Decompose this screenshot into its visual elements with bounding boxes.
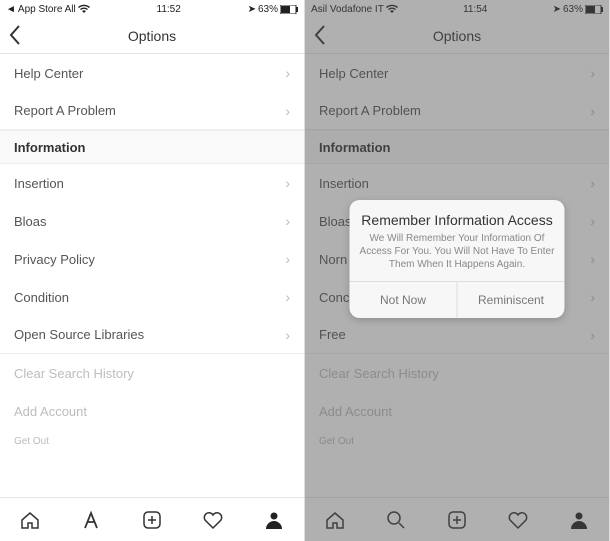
chevron-right-icon: › — [285, 65, 290, 81]
chevron-right-icon: › — [285, 251, 290, 267]
row-label: Bloas — [14, 214, 47, 229]
screen-left: ◄ App Store All 11:52 ➤ 63% Options Help… — [0, 0, 305, 541]
row-privacy-policy[interactable]: Privacy Policy › — [0, 240, 304, 278]
battery-label: 63% — [258, 4, 278, 15]
chevron-right-icon: › — [285, 175, 290, 191]
back-square-icon: ◄ — [6, 4, 16, 15]
row-label: Clear Search History — [14, 366, 134, 381]
options-list: Help Center › Report A Problem › Informati… — [0, 54, 304, 497]
clock: 11:52 — [90, 4, 248, 15]
remember-access-dialog: Remember Information Access We Will Reme… — [350, 200, 565, 318]
tab-a[interactable] — [80, 509, 102, 531]
row-insertion[interactable]: Insertion › — [0, 164, 304, 202]
carrier-label: App Store All — [18, 4, 76, 15]
battery-icon — [280, 5, 298, 14]
row-help-center[interactable]: Help Center › — [0, 54, 304, 92]
row-label: Help Center — [14, 66, 83, 81]
tab-home[interactable] — [19, 509, 41, 531]
row-label: Privacy Policy — [14, 252, 95, 267]
dialog-not-now-button[interactable]: Not Now — [350, 282, 458, 318]
row-clear-search-history[interactable]: Clear Search History — [0, 354, 304, 392]
row-condition[interactable]: Condition › — [0, 278, 304, 316]
row-get-out[interactable]: Get Out — [0, 430, 304, 453]
row-label: Get Out — [14, 436, 49, 447]
chevron-right-icon: › — [285, 289, 290, 305]
chevron-right-icon: › — [285, 103, 290, 119]
page-title: Options — [128, 28, 176, 44]
row-report-problem[interactable]: Report A Problem › — [0, 92, 304, 130]
row-bloas[interactable]: Bloas › — [0, 202, 304, 240]
back-button[interactable] — [8, 24, 22, 46]
dialog-reminiscent-button[interactable]: Reminiscent — [458, 282, 565, 318]
row-label: Condition — [14, 290, 69, 305]
header: Options — [0, 18, 304, 54]
tab-profile[interactable] — [263, 509, 285, 531]
row-label: Open Source Libraries — [14, 327, 144, 342]
row-add-account[interactable]: Add Account — [0, 392, 304, 430]
status-bar: ◄ App Store All 11:52 ➤ 63% — [0, 0, 304, 18]
row-label: Insertion — [14, 176, 64, 191]
chevron-right-icon: › — [285, 327, 290, 343]
row-open-source-libraries[interactable]: Open Source Libraries › — [0, 316, 304, 354]
location-icon: ➤ — [248, 4, 256, 15]
wifi-icon — [78, 4, 90, 14]
section-label: Information — [14, 140, 86, 155]
row-label: Report A Problem — [14, 103, 116, 118]
tab-add[interactable] — [141, 509, 163, 531]
tab-activity[interactable] — [202, 509, 224, 531]
screen-right: Asil Vodafone IT 11:54 ➤ 63% Options Hel… — [305, 0, 610, 541]
tab-bar — [0, 497, 304, 541]
row-label: Add Account — [14, 404, 87, 419]
section-information: Information — [0, 130, 304, 164]
chevron-right-icon: › — [285, 213, 290, 229]
dialog-message: We Will Remember Your Information Of Acc… — [360, 232, 555, 271]
dialog-title: Remember Information Access — [360, 212, 555, 228]
